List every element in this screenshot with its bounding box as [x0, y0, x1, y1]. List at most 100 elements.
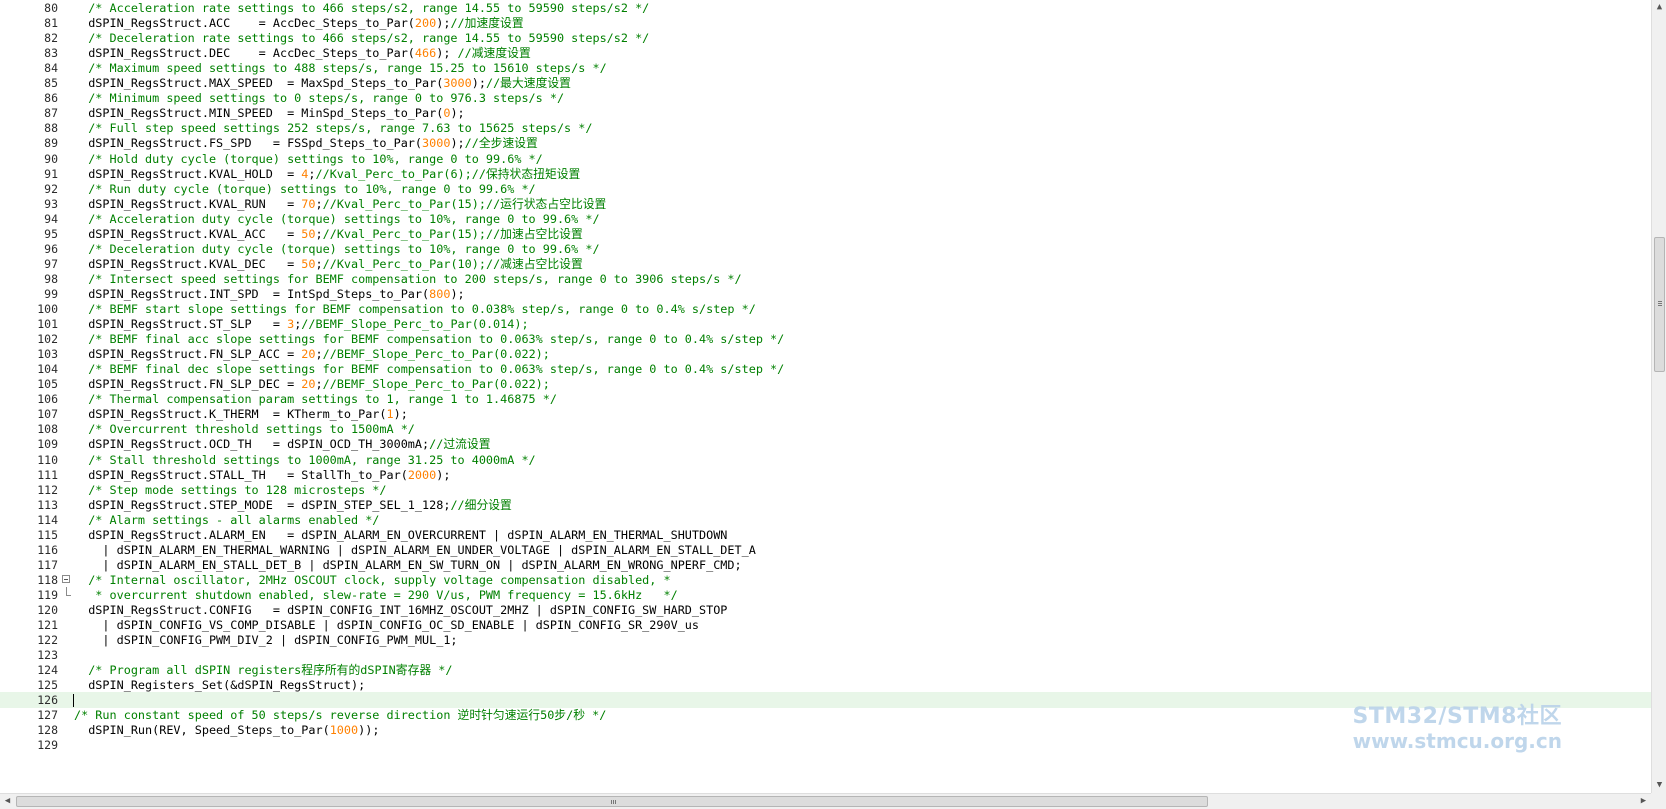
code-line[interactable]: 122 | dSPIN_CONFIG_PWM_DIV_2 | dSPIN_CON… [0, 632, 1651, 648]
code-line[interactable]: 106 /* Thermal compensation param settin… [0, 391, 1651, 407]
code-line[interactable]: 100 /* BEMF start slope settings for BEM… [0, 301, 1651, 317]
line-number: 101 [37, 317, 58, 332]
code-line[interactable]: 88 /* Full step speed settings 252 steps… [0, 120, 1651, 136]
comment-token: //Kval_Perc_to_Par(10);//减速占空比设置 [322, 256, 583, 271]
scroll-down-icon[interactable]: ▼ [1652, 778, 1666, 793]
code-line[interactable]: 115 dSPIN_RegsStruct.ALARM_EN = dSPIN_AL… [0, 527, 1651, 543]
code-line[interactable]: 105 dSPIN_RegsStruct.FN_SLP_DEC = 20;//B… [0, 376, 1651, 392]
line-number: 104 [37, 362, 58, 377]
code-line[interactable]: 119 * overcurrent shutdown enabled, slew… [0, 586, 1651, 603]
code-line[interactable]: 96 /* Deceleration duty cycle (torque) s… [0, 241, 1651, 257]
code-token: ; [308, 166, 316, 181]
code-line[interactable]: 112 /* Step mode settings to 128 microst… [0, 482, 1651, 498]
code-text: /* Maximum speed settings to 488 steps/s… [74, 60, 606, 76]
grip-icon [611, 800, 612, 804]
code-line[interactable]: 99 dSPIN_RegsStruct.INT_SPD = IntSpd_Ste… [0, 286, 1651, 302]
comment-token: //加速度设置 [450, 16, 524, 31]
code-text: /* Minimum speed settings to 0 steps/s, … [74, 90, 564, 106]
watermark-line-1: STM32/STM8社区 [1352, 704, 1562, 729]
number-token: 466 [414, 46, 437, 61]
line-number: 112 [37, 482, 58, 497]
code-line[interactable]: 94 /* Acceleration duty cycle (torque) s… [0, 211, 1651, 227]
text-caret [73, 694, 74, 708]
comment-token: /* Thermal compensation param settings t… [74, 392, 557, 407]
code-line[interactable]: 84 /* Maximum speed settings to 488 step… [0, 60, 1651, 76]
code-text: /* Program all dSPIN registers程序所有的dSPIN… [74, 662, 452, 678]
code-line[interactable]: 125 dSPIN_Registers_Set(&dSPIN_RegsStruc… [0, 677, 1651, 693]
code-token: dSPIN_RegsStruct.K_THERM = KTherm_to_Par… [74, 407, 387, 422]
code-line[interactable]: 121 | dSPIN_CONFIG_VS_COMP_DISABLE | dSP… [0, 617, 1651, 633]
line-number: 109 [37, 437, 58, 452]
comment-token: /* Full step speed settings 252 steps/s,… [74, 121, 593, 136]
code-text: /* BEMF final acc slope settings for BEM… [74, 331, 784, 347]
code-line[interactable]: 82 /* Deceleration rate settings to 466 … [0, 30, 1651, 46]
line-number: 115 [37, 527, 58, 542]
number-token: 1 [386, 407, 394, 422]
code-line[interactable]: 92 /* Run duty cycle (torque) settings t… [0, 181, 1651, 197]
code-line[interactable]: 103 dSPIN_RegsStruct.FN_SLP_ACC = 20;//B… [0, 346, 1651, 362]
line-number: 128 [37, 723, 58, 738]
code-text: dSPIN_RegsStruct.DEC = AccDec_Steps_to_P… [74, 45, 531, 61]
scroll-right-icon[interactable]: ▶ [1636, 794, 1651, 809]
code-line[interactable]: 123 [0, 647, 1651, 663]
code-line[interactable]: 101 dSPIN_RegsStruct.ST_SLP = 3;//BEMF_S… [0, 316, 1651, 332]
vertical-scroll-thumb[interactable] [1654, 237, 1665, 372]
code-line[interactable]: 109 dSPIN_RegsStruct.OCD_TH = dSPIN_OCD_… [0, 436, 1651, 452]
code-line[interactable]: 117 | dSPIN_ALARM_EN_STALL_DET_B | dSPIN… [0, 557, 1651, 573]
code-text: /* Hold duty cycle (torque) settings to … [74, 151, 543, 167]
code-line[interactable]: 118 /* Internal oscillator, 2MHz OSCOUT … [0, 572, 1651, 588]
code-line[interactable]: 90 /* Hold duty cycle (torque) settings … [0, 151, 1651, 167]
vertical-scrollbar[interactable]: ▲ ▼ [1651, 0, 1666, 793]
comment-token: /* Deceleration rate settings to 466 ste… [74, 31, 650, 46]
scroll-left-icon[interactable]: ◀ [0, 794, 15, 809]
code-text: | dSPIN_CONFIG_VS_COMP_DISABLE | dSPIN_C… [74, 617, 699, 633]
code-token: | dSPIN_CONFIG_VS_COMP_DISABLE | dSPIN_C… [74, 618, 700, 633]
code-line[interactable]: 111 dSPIN_RegsStruct.STALL_TH = StallTh_… [0, 467, 1651, 483]
code-line[interactable]: 93 dSPIN_RegsStruct.KVAL_RUN = 70;//Kval… [0, 196, 1651, 212]
code-text: dSPIN_RegsStruct.KVAL_RUN = 70;//Kval_Pe… [74, 196, 606, 212]
code-line[interactable]: 95 dSPIN_RegsStruct.KVAL_ACC = 50;//Kval… [0, 226, 1651, 242]
code-line[interactable]: 87 dSPIN_RegsStruct.MIN_SPEED = MinSpd_S… [0, 105, 1651, 121]
code-text: /* Step mode settings to 128 microsteps … [74, 482, 386, 498]
horizontal-scroll-thumb[interactable] [16, 796, 1208, 807]
code-text: /* Run duty cycle (torque) settings to 1… [74, 181, 535, 197]
comment-token: /* Acceleration duty cycle (torque) sett… [74, 211, 600, 226]
code-line[interactable]: 85 dSPIN_RegsStruct.MAX_SPEED = MaxSpd_S… [0, 75, 1651, 91]
line-number: 86 [44, 91, 58, 106]
code-line[interactable]: 124 /* Program all dSPIN registers程序所有的d… [0, 662, 1651, 678]
code-line[interactable]: 98 /* Intersect speed settings for BEMF … [0, 271, 1651, 287]
code-text: /* Run constant speed of 50 steps/s reve… [74, 707, 606, 723]
line-number: 113 [37, 497, 58, 512]
code-line[interactable]: 86 /* Minimum speed settings to 0 steps/… [0, 90, 1651, 106]
line-number: 92 [44, 181, 58, 196]
code-line[interactable]: 81 dSPIN_RegsStruct.ACC = AccDec_Steps_t… [0, 15, 1651, 31]
code-line[interactable]: 97 dSPIN_RegsStruct.KVAL_DEC = 50;//Kval… [0, 256, 1651, 272]
code-token: )); [358, 723, 380, 738]
code-line[interactable]: 113 dSPIN_RegsStruct.STEP_MODE = dSPIN_S… [0, 497, 1651, 513]
code-line[interactable]: 102 /* BEMF final acc slope settings for… [0, 331, 1651, 347]
code-line[interactable]: 83 dSPIN_RegsStruct.DEC = AccDec_Steps_t… [0, 45, 1651, 61]
scroll-up-icon[interactable]: ▲ [1652, 0, 1666, 15]
code-token: dSPIN_Run(REV, Speed_Steps_to_Par( [74, 723, 330, 738]
code-line[interactable]: 89 dSPIN_RegsStruct.FS_SPD = FSSpd_Steps… [0, 135, 1651, 151]
code-line[interactable]: 110 /* Stall threshold settings to 1000m… [0, 452, 1651, 468]
code-line[interactable]: 104 /* BEMF final dec slope settings for… [0, 361, 1651, 377]
code-line[interactable]: 91 dSPIN_RegsStruct.KVAL_HOLD = 4;//Kval… [0, 166, 1651, 182]
code-line[interactable]: 120 dSPIN_RegsStruct.CONFIG = dSPIN_CONF… [0, 602, 1651, 618]
code-line[interactable]: 114 /* Alarm settings - all alarms enabl… [0, 512, 1651, 528]
code-line[interactable]: 107 dSPIN_RegsStruct.K_THERM = KTherm_to… [0, 406, 1651, 422]
code-text: /* BEMF start slope settings for BEMF co… [74, 301, 756, 317]
code-line[interactable]: 80 /* Acceleration rate settings to 466 … [0, 0, 1651, 16]
line-number: 106 [37, 392, 58, 407]
fold-minus-icon[interactable] [62, 572, 72, 588]
code-token: ); [450, 286, 465, 301]
code-line[interactable]: 116 | dSPIN_ALARM_EN_THERMAL_WARNING | d… [0, 542, 1651, 558]
horizontal-scrollbar[interactable]: ◀ ▶ [0, 793, 1651, 809]
line-number: 87 [44, 106, 58, 121]
line-number: 111 [37, 467, 58, 482]
code-text: * overcurrent shutdown enabled, slew-rat… [74, 587, 677, 603]
code-editor[interactable]: 80 /* Acceleration rate settings to 466 … [0, 0, 1651, 793]
number-token: 3000 [422, 136, 451, 151]
code-line[interactable]: 108 /* Overcurrent threshold settings to… [0, 421, 1651, 437]
line-number: 82 [44, 31, 58, 46]
